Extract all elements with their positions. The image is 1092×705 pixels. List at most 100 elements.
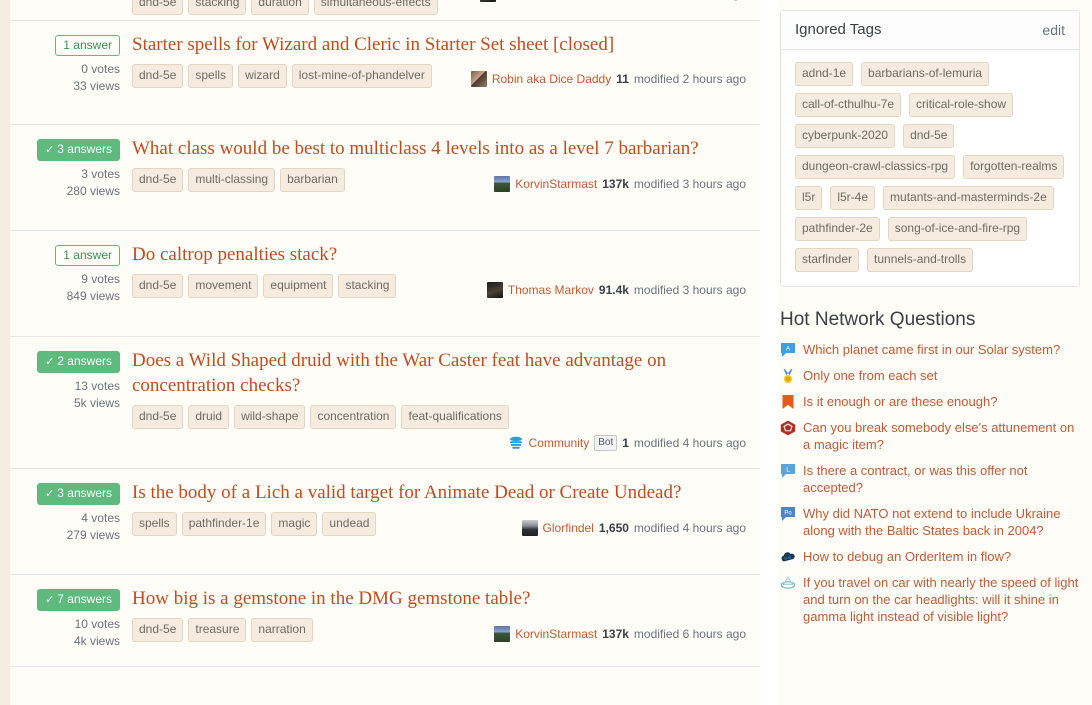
tag[interactable]: feat-qualifications (401, 405, 509, 429)
ignored-tag[interactable]: cyberpunk-2020 (795, 124, 896, 148)
user-link[interactable]: Thomas Markov (508, 283, 594, 297)
avatar[interactable] (521, 520, 538, 536)
tag[interactable]: concentration (310, 405, 397, 429)
ignored-tag[interactable]: barbarians-of-lemuria (861, 62, 990, 86)
tag[interactable]: spells (188, 64, 234, 88)
user-link[interactable]: KorvinStarmast (515, 177, 597, 191)
question-summary[interactable]: 1 answer 9 votes 849 views Do caltrop pe… (10, 230, 760, 336)
ignored-tag[interactable]: starfinder (795, 248, 860, 272)
tag[interactable]: wild-shape (234, 405, 306, 429)
hot-question-link[interactable]: If you travel on car with nearly the spe… (803, 574, 1080, 625)
answer-count: 1 answer (20, 35, 120, 56)
politics-site-icon: Po (781, 507, 795, 521)
tag[interactable]: treasure (188, 618, 247, 642)
view-count: 4k views (73, 634, 120, 648)
answer-badge: ✓ 3 answers (37, 139, 120, 161)
view-count: 279 views (66, 528, 120, 542)
answer-badge: ✓ 7 answers (37, 589, 120, 611)
hot-question-item[interactable]: A Which planet came first in our Solar s… (780, 341, 1080, 358)
avatar[interactable] (494, 176, 511, 192)
ignored-tag[interactable]: pathfinder-2e (795, 217, 880, 241)
edit-ignored-tags-link[interactable]: edit (1042, 22, 1065, 38)
avatar[interactable] (486, 282, 503, 298)
avatar[interactable] (494, 626, 511, 642)
question-title-link[interactable]: Starter spells for Wizard and Cleric in … (132, 32, 748, 57)
tag[interactable]: dnd-5e (132, 405, 184, 429)
view-count: 849 views (66, 289, 120, 303)
tag[interactable]: undead (322, 512, 377, 536)
tag[interactable]: narration (251, 618, 313, 642)
ignored-tag[interactable]: l5r (795, 186, 823, 210)
avatar[interactable] (470, 71, 487, 87)
tag[interactable]: dnd-5e (132, 168, 184, 192)
hot-question-item[interactable]: Can you break somebody else's attunement… (780, 419, 1080, 453)
ignored-tag[interactable]: critical-role-show (909, 93, 1014, 117)
tag[interactable]: lost-mine-of-phandelver (291, 64, 432, 88)
hot-question-item[interactable]: If you travel on car with nearly the spe… (780, 574, 1080, 625)
hot-question-link[interactable]: Can you break somebody else's attunement… (803, 419, 1080, 453)
tag[interactable]: spells (132, 512, 177, 536)
tag[interactable]: duration (251, 0, 309, 15)
tag[interactable]: stacking (188, 0, 247, 15)
ignored-tag[interactable]: call-of-cthulhu-7e (795, 93, 902, 117)
tag[interactable]: movement (188, 274, 259, 298)
law-site-icon: L (781, 464, 795, 478)
tag[interactable]: simultaneous-effects (313, 0, 438, 15)
tag[interactable]: wizard (238, 64, 287, 88)
hot-question-link[interactable]: Only one from each set (803, 367, 937, 384)
tag[interactable]: stacking (338, 274, 397, 298)
user-link[interactable]: KorvinStarmast (515, 627, 597, 641)
tag[interactable]: multi-classing (188, 168, 276, 192)
ignored-tag[interactable]: forgotten-realms (963, 155, 1065, 179)
bot-badge: Bot (594, 435, 618, 451)
hot-question-item[interactable]: Is it enough or are these enough? (780, 393, 1080, 410)
question-stats: ✓ 2 answers 13 votes 5k views (20, 351, 120, 412)
tag[interactable]: dnd-5e (132, 274, 184, 298)
avatar[interactable] (480, 0, 497, 2)
tag[interactable]: dnd-5e (132, 64, 184, 88)
ignored-tag[interactable]: dungeon-crawl-classics-rpg (795, 155, 956, 179)
ignored-tag[interactable]: dnd-5e (903, 124, 955, 148)
tag[interactable]: barbarian (280, 168, 345, 192)
question-title-link[interactable]: Do caltrop penalties stack? (132, 242, 748, 267)
tag[interactable]: druid (188, 405, 230, 429)
ignored-tags-title: Ignored Tags (795, 21, 882, 38)
hot-question-item[interactable]: L Is there a contract, or was this offer… (780, 462, 1080, 496)
hot-question-link[interactable]: Is there a contract, or was this offer n… (803, 462, 1080, 496)
question-summary-partial[interactable]: dnd-5e stacking duration simultaneous-ef… (10, 0, 760, 20)
question-activity: modified 4 hours ago (633, 436, 746, 450)
tag-list: dnd-5e stacking duration simultaneous-ef… (132, 0, 748, 15)
user-link[interactable]: Community (529, 436, 590, 450)
question-title-link[interactable]: What class would be best to multiclass 4… (132, 136, 748, 161)
hot-question-item[interactable]: How to debug an OrderItem in flow? (780, 548, 1080, 565)
user-link[interactable]: Thomas Markov (501, 0, 587, 1)
question-title-link[interactable]: Does a Wild Shaped druid with the War Ca… (132, 348, 748, 398)
ignored-tag[interactable]: song-of-ice-and-fire-rpg (887, 217, 1028, 241)
user-link[interactable]: Glorfindel (543, 521, 594, 535)
user-link[interactable]: Robin aka Dice Daddy (492, 72, 611, 86)
question-title-link[interactable]: How big is a gemstone in the DMG gemston… (132, 586, 748, 611)
hot-question-link[interactable]: Why did NATO not extend to include Ukrai… (803, 505, 1080, 539)
ignored-tag[interactable]: tunnels-and-trolls (867, 248, 974, 272)
question-summary[interactable]: ✓ 3 answers 4 votes 279 views Is the body… (10, 468, 760, 574)
hot-question-item[interactable]: Po Why did NATO not extend to include Uk… (780, 505, 1080, 539)
ignored-tag[interactable]: l5r-4e (830, 186, 876, 210)
hot-question-link[interactable]: Which planet came first in our Solar sys… (803, 341, 1060, 358)
tag[interactable]: dnd-5e (132, 618, 184, 642)
avatar[interactable] (508, 435, 524, 451)
question-summary[interactable]: ✓ 7 answers 10 votes 4k views How big is … (10, 574, 760, 666)
question-summary[interactable]: 1 answer 0 votes 33 views Starter spells… (10, 20, 760, 124)
tag[interactable]: pathfinder-1e (181, 512, 267, 536)
question-summary[interactable]: ✓ 3 answers 3 votes 280 views What class … (10, 124, 760, 230)
question-summary[interactable]: ✓ 2 answers 13 votes 5k views Does a Wild… (10, 336, 760, 468)
ignored-tag[interactable]: adnd-1e (795, 62, 854, 86)
ignored-tag[interactable]: mutants-and-masterminds-2e (883, 186, 1054, 210)
hot-question-link[interactable]: Is it enough or are these enough? (803, 393, 997, 410)
tag[interactable]: magic (271, 512, 318, 536)
tag[interactable]: dnd-5e (132, 0, 184, 15)
tag[interactable]: equipment (263, 274, 334, 298)
hot-question-item[interactable]: Only one from each set (780, 367, 1080, 384)
question-title-link[interactable]: Is the body of a Lich a valid target for… (132, 480, 748, 505)
vote-count: 10 votes (74, 617, 120, 631)
hot-question-link[interactable]: How to debug an OrderItem in flow? (803, 548, 1011, 565)
